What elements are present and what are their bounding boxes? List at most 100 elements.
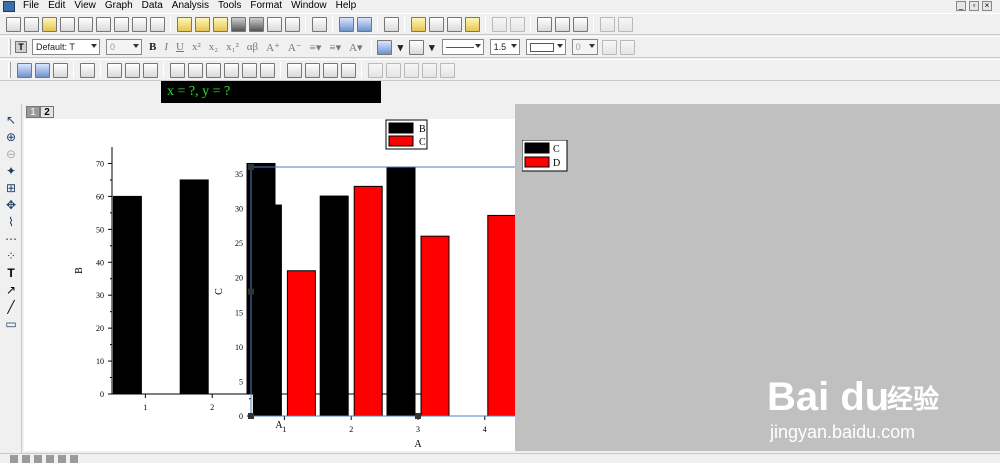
font-color-icon[interactable]: A▾ (349, 41, 362, 54)
align-left-icon[interactable]: ≡▾ (310, 41, 322, 54)
graph-page[interactable]: 01020304050607012345AB051015202530351234… (24, 119, 588, 451)
print-icon[interactable] (311, 16, 327, 32)
save-template-icon[interactable] (248, 16, 264, 32)
menu-window[interactable]: Window (287, 0, 332, 12)
add-top-x-right-y-icon[interactable] (223, 62, 239, 78)
line-tool-icon[interactable]: ╱ (4, 301, 18, 314)
italic-icon[interactable]: I (164, 41, 168, 53)
add-inset-icon[interactable] (241, 62, 257, 78)
draw-data-icon[interactable]: ⌇ (4, 216, 18, 229)
arrow-tool-icon[interactable]: ↗ (4, 284, 18, 297)
add-right-y-icon[interactable] (205, 62, 221, 78)
fill-color-icon[interactable] (377, 39, 393, 55)
legend-layer2[interactable]: CD (522, 140, 568, 172)
mask-range-icon[interactable] (385, 62, 401, 78)
add-new-columns-icon[interactable] (599, 16, 615, 32)
pointer-icon[interactable]: ↖ (4, 114, 18, 127)
layer-frame-icon[interactable] (106, 62, 122, 78)
font-name-select[interactable]: Default: T (32, 39, 100, 55)
mask-points-icon[interactable]: ⁘ (4, 250, 18, 263)
results-log-icon[interactable] (410, 16, 426, 32)
super-subscript-icon[interactable]: x₁² (226, 41, 239, 53)
new-excel-icon[interactable] (95, 16, 111, 32)
add-timestamp-icon[interactable] (322, 62, 338, 78)
font-size-select[interactable]: 0 (106, 39, 142, 55)
fill-color-dropdown-icon[interactable]: ▾ (398, 41, 404, 54)
new-folder-icon[interactable] (23, 16, 39, 32)
extract-layers-icon[interactable] (79, 62, 95, 78)
copy-icon[interactable] (554, 16, 570, 32)
refresh-icon[interactable] (338, 16, 354, 32)
bold-icon[interactable]: B (149, 41, 156, 53)
import-icon[interactable] (266, 16, 282, 32)
code-builder-icon[interactable] (446, 16, 462, 32)
bottom-tool-icon[interactable] (22, 454, 30, 463)
script-window-icon[interactable] (428, 16, 444, 32)
add-bottom-x-left-y-icon[interactable] (169, 62, 185, 78)
close-icon[interactable]: × (982, 1, 992, 11)
rectangle-tool-icon[interactable]: ▭ (4, 318, 18, 331)
cut-icon[interactable] (536, 16, 552, 32)
decrease-font-icon[interactable]: A⁻ (288, 41, 302, 54)
merge-graph-icon[interactable] (124, 62, 140, 78)
add-color-scale-icon[interactable] (304, 62, 320, 78)
import-multiple-icon[interactable] (284, 16, 300, 32)
hatch-pattern-icon[interactable] (602, 39, 618, 55)
underline-icon[interactable]: U (176, 41, 184, 53)
toolbar-grip[interactable] (8, 39, 11, 55)
superscript-icon[interactable]: x² (192, 41, 201, 53)
add-legend-icon[interactable] (340, 62, 356, 78)
restore-icon[interactable]: ▫ (969, 1, 979, 11)
mask-icon[interactable] (367, 62, 383, 78)
hide-mask-icon[interactable] (421, 62, 437, 78)
text-tool-icon[interactable]: T (4, 267, 18, 280)
screen-reader-icon[interactable]: ✦ (4, 165, 18, 178)
paste-icon[interactable] (572, 16, 588, 32)
add-column-icon[interactable] (491, 16, 507, 32)
menu-edit[interactable]: Edit (44, 0, 70, 12)
bottom-tool-icon[interactable] (34, 454, 42, 463)
data-selector-icon[interactable]: ✥ (4, 199, 18, 212)
new-notes-icon[interactable] (149, 16, 165, 32)
open-excel-icon[interactable] (212, 16, 228, 32)
increase-font-icon[interactable]: A⁺ (266, 41, 280, 54)
menu-analysis[interactable]: Analysis (168, 0, 214, 12)
menu-tools[interactable]: Tools (214, 0, 246, 12)
custom-routine-icon[interactable] (464, 16, 480, 32)
project-explorer-icon[interactable] (383, 16, 399, 32)
menu-help[interactable]: Help (332, 0, 362, 12)
bottom-tool-icon[interactable] (58, 454, 66, 463)
column-stats-icon[interactable] (509, 16, 525, 32)
arrange-layers-icon[interactable] (142, 62, 158, 78)
greek-icon[interactable]: αβ (247, 41, 258, 53)
new-worksheet-icon[interactable] (41, 16, 57, 32)
bottom-tool-icon[interactable] (70, 454, 78, 463)
bottom-tool-icon[interactable] (46, 454, 54, 463)
menu-view[interactable]: View (70, 0, 101, 12)
align-icon[interactable]: ≡▾ (329, 41, 341, 54)
minimize-icon[interactable]: _ (956, 1, 966, 11)
open-template-icon[interactable] (194, 16, 210, 32)
line-color-icon[interactable] (408, 39, 424, 55)
disable-mask-icon[interactable] (439, 62, 455, 78)
menu-data[interactable]: Data (138, 0, 168, 12)
set-column-icon[interactable] (617, 16, 633, 32)
menu-format[interactable]: Format (246, 0, 287, 12)
page-tab-1[interactable]: 1 (26, 106, 40, 118)
duplicate-icon[interactable] (356, 16, 372, 32)
zoom-whole-icon[interactable] (34, 62, 50, 78)
add-table-icon[interactable] (286, 62, 302, 78)
new-matrix-icon[interactable] (77, 16, 93, 32)
new-layout-icon[interactable] (131, 16, 147, 32)
toolbar-grip[interactable] (8, 62, 11, 78)
page-tab-2[interactable]: 2 (40, 106, 54, 118)
new-project-icon[interactable] (5, 16, 21, 32)
menu-file[interactable]: File (19, 0, 44, 12)
new-graph-icon[interactable] (59, 16, 75, 32)
add-inset-data-icon[interactable] (259, 62, 275, 78)
new-function-icon[interactable] (113, 16, 129, 32)
line-style-select[interactable] (441, 39, 484, 55)
pattern-select[interactable] (525, 39, 566, 55)
line-width-select[interactable]: 1.5 (489, 39, 520, 55)
data-reader-icon[interactable]: ⊞ (4, 182, 18, 195)
